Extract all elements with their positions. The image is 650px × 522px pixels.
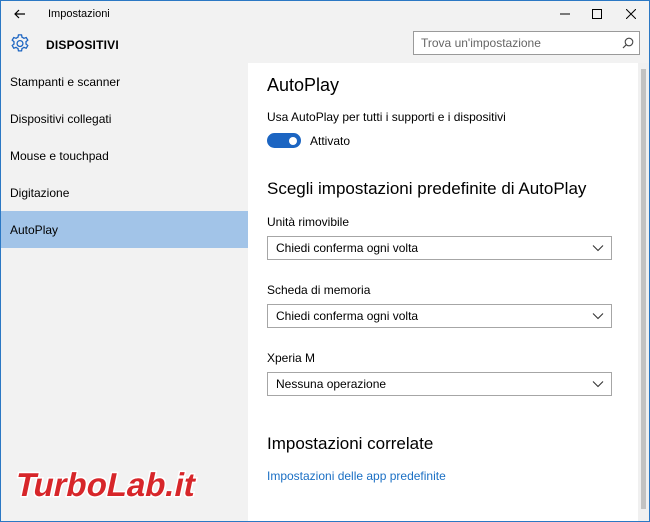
- sidebar-item-label: Mouse e touchpad: [10, 148, 109, 163]
- select-value: Chiedi conferma ogni volta: [276, 241, 419, 255]
- minimize-button[interactable]: [549, 1, 581, 27]
- toggle-knob: [289, 136, 297, 145]
- settings-window: Impostazioni DISPOSITIVI Trova un'impost…: [0, 0, 650, 522]
- sidebar-item-mouse[interactable]: Mouse e touchpad: [1, 137, 248, 174]
- sidebar-item-typing[interactable]: Digitazione: [1, 174, 248, 211]
- sidebar-item-label: Digitazione: [10, 185, 70, 200]
- back-button[interactable]: [7, 1, 33, 27]
- removable-drive-select[interactable]: Chiedi conferma ogni volta: [267, 236, 612, 260]
- xperia-label: Xperia M: [267, 351, 316, 365]
- default-apps-link[interactable]: Impostazioni delle app predefinite: [267, 469, 446, 483]
- main-content: AutoPlay Usa AutoPlay per tutti i suppor…: [248, 63, 638, 521]
- search-input[interactable]: [414, 32, 614, 54]
- settings-header: DISPOSITIVI: [1, 27, 649, 63]
- related-heading: Impostazioni correlate: [267, 434, 434, 453]
- sidebar-item-connected-devices[interactable]: Dispositivi collegati: [1, 100, 248, 137]
- sidebar-item-printers[interactable]: Stampanti e scanner: [1, 63, 248, 100]
- xperia-select[interactable]: Nessuna operazione: [267, 372, 612, 396]
- chevron-down-icon: [592, 313, 604, 320]
- close-icon: [626, 9, 636, 19]
- chevron-down-icon: [592, 245, 604, 252]
- close-button[interactable]: [615, 1, 647, 27]
- toggle-state-label: Attivato: [310, 134, 351, 148]
- sidebar-item-autoplay[interactable]: AutoPlay: [1, 211, 248, 248]
- sidebar-item-label: AutoPlay: [10, 222, 59, 237]
- back-arrow-icon: [14, 9, 25, 19]
- title-bar: Impostazioni: [1, 1, 649, 27]
- window-title: Impostazioni: [48, 8, 110, 20]
- removable-drive-label: Unità rimovibile: [267, 215, 350, 229]
- sidebar: Stampanti e scanner Dispositivi collegat…: [1, 63, 248, 521]
- page-title: DISPOSITIVI: [46, 38, 119, 52]
- autoplay-toggle[interactable]: [267, 133, 301, 148]
- toggle-caption: Usa AutoPlay per tutti i supporti e i di…: [267, 110, 506, 124]
- sidebar-item-label: Dispositivi collegati: [10, 111, 112, 126]
- chevron-down-icon: [592, 381, 604, 388]
- memory-card-label: Scheda di memoria: [267, 283, 371, 297]
- svg-text:TurboLab.it: TurboLab.it: [12, 467, 199, 504]
- defaults-heading: Scegli impostazioni predefinite di AutoP…: [267, 179, 587, 198]
- select-value: Chiedi conferma ogni volta: [276, 309, 419, 323]
- section-heading: AutoPlay: [267, 75, 340, 95]
- maximize-button[interactable]: [581, 1, 613, 27]
- scrollbar-thumb[interactable]: [641, 69, 646, 509]
- minimize-icon: [560, 13, 570, 15]
- sidebar-item-label: Stampanti e scanner: [10, 74, 121, 89]
- scrollbar[interactable]: [638, 63, 649, 521]
- turbolab-logo: TurboLab.it: [11, 466, 201, 506]
- search-box[interactable]: [413, 31, 640, 55]
- gear-icon: [11, 34, 29, 52]
- maximize-icon: [592, 9, 602, 19]
- memory-card-select[interactable]: Chiedi conferma ogni volta: [267, 304, 612, 328]
- search-icon[interactable]: [622, 37, 634, 49]
- select-value: Nessuna operazione: [276, 377, 387, 391]
